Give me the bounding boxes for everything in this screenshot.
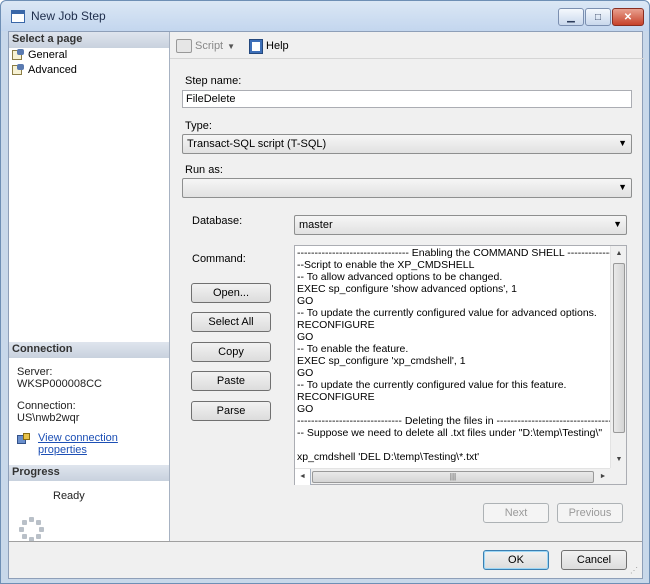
command-line: -- To enable the feature.	[297, 343, 409, 355]
page-item-label: General	[28, 48, 68, 61]
page-item-advanced[interactable]: Advanced	[12, 62, 77, 77]
page-item-general[interactable]: General	[12, 47, 67, 62]
minimize-icon: ▁	[567, 11, 575, 23]
help-icon	[249, 38, 264, 54]
view-connection-properties-link[interactable]: View connection properties	[38, 432, 169, 456]
window-title: New Job Step	[31, 9, 106, 23]
next-button[interactable]: Next	[483, 503, 549, 523]
command-line: -- To allow advanced options to be chang…	[297, 271, 503, 283]
command-line: EXEC sp_configure 'xp_cmdshell', 1	[297, 355, 466, 367]
run-as-label: Run as:	[185, 164, 223, 176]
command-line: RECONFIGURE	[297, 319, 375, 331]
step-name-label: Step name:	[185, 75, 242, 87]
select-all-button[interactable]: Select All	[191, 312, 271, 332]
command-line: -- To update the currently configured va…	[297, 379, 567, 391]
vertical-scroll-thumb[interactable]	[613, 263, 625, 433]
resize-grip-icon[interactable]: ⋰	[630, 566, 640, 576]
script-label: Script	[195, 40, 224, 52]
command-line: -------------------------------- Enablin…	[297, 247, 610, 259]
connection-properties-icon	[17, 433, 31, 445]
close-button[interactable]: ✕	[612, 8, 644, 26]
previous-button[interactable]: Previous	[557, 503, 623, 523]
horizontal-scrollbar[interactable]: ◄ ||| ►	[295, 468, 611, 485]
command-label: Command:	[192, 253, 246, 265]
command-line: EXEC sp_configure 'show advanced options…	[297, 283, 517, 295]
command-line: GO	[297, 331, 314, 343]
type-select[interactable]: Transact-SQL script (T-SQL) ▼	[182, 134, 632, 154]
vertical-scrollbar[interactable]: ▲ ▼	[610, 246, 626, 468]
run-as-select[interactable]: ▼	[182, 178, 632, 198]
script-button[interactable]: Script ▼	[176, 39, 241, 53]
script-icon	[176, 39, 192, 53]
database-select[interactable]: master ▼	[294, 215, 627, 235]
toolbar: Script ▼ Help	[176, 35, 297, 57]
chevron-down-icon: ▼	[227, 41, 236, 51]
chevron-down-icon: ▼	[618, 182, 627, 192]
scroll-right-icon[interactable]: ►	[595, 469, 611, 485]
scroll-down-icon[interactable]: ▼	[611, 452, 627, 468]
command-textarea[interactable]: -------------------------------- Enablin…	[294, 245, 627, 485]
command-line: -- Suppose we need to delete all .txt fi…	[297, 427, 603, 439]
command-line	[297, 439, 610, 451]
database-label: Database:	[192, 215, 243, 227]
page-item-label: Advanced	[28, 63, 77, 76]
page-properties-icon	[12, 63, 25, 76]
progress-header: Progress	[9, 465, 169, 481]
command-line: GO	[297, 403, 314, 415]
connection-header: Connection	[9, 342, 169, 358]
command-line: GO	[297, 295, 314, 307]
scroll-left-icon[interactable]: ◄	[295, 469, 311, 485]
close-icon: ✕	[623, 11, 633, 23]
page-properties-icon	[12, 48, 25, 61]
dialog-client: Select a page General Advanced Connectio…	[8, 31, 644, 579]
type-select-value: Transact-SQL script (T-SQL)	[187, 138, 327, 150]
command-line: ------------------------------ Deleting …	[297, 415, 610, 427]
command-line: RECONFIGURE	[297, 391, 375, 403]
cancel-button[interactable]: Cancel	[561, 550, 627, 570]
scroll-up-icon[interactable]: ▲	[611, 246, 627, 262]
maximize-icon: □	[594, 11, 602, 23]
minimize-button[interactable]: ▁	[558, 8, 584, 26]
paste-button[interactable]: Paste	[191, 371, 271, 391]
command-line: GO	[297, 367, 314, 379]
scrollbar-corner	[610, 468, 626, 484]
command-text[interactable]: -------------------------------- Enablin…	[296, 247, 610, 468]
open-button[interactable]: Open...	[191, 283, 271, 303]
select-page-header: Select a page	[9, 32, 169, 48]
step-name-input[interactable]: FileDelete	[182, 90, 632, 108]
copy-button[interactable]: Copy	[191, 342, 271, 362]
ok-button[interactable]: OK	[483, 550, 549, 570]
command-line: -- To update the currently configured va…	[297, 307, 597, 319]
dialog-window: New Job Step ▁ □ ✕ Select a page General…	[0, 0, 650, 584]
progress-status: Ready	[53, 490, 85, 502]
database-select-value: master	[299, 219, 333, 231]
command-line: --Script to enable the XP_CMDSHELL	[297, 259, 475, 271]
help-label: Help	[266, 40, 289, 52]
connection-value: US\nwb2wqr	[17, 412, 80, 424]
chevron-down-icon: ▼	[618, 138, 627, 148]
toolbar-divider	[170, 58, 644, 59]
maximize-button[interactable]: □	[585, 8, 611, 26]
window-app-icon	[11, 10, 25, 23]
connection-label: Connection:	[17, 400, 76, 412]
title-bar[interactable]: New Job Step ▁ □ ✕	[1, 1, 649, 31]
type-label: Type:	[185, 120, 212, 132]
chevron-down-icon: ▼	[613, 219, 622, 229]
progress-spinner-icon	[19, 517, 45, 543]
server-value: WKSP000008CC	[17, 378, 102, 390]
server-label: Server:	[17, 366, 53, 378]
help-button[interactable]: Help	[249, 38, 289, 54]
left-pane: Select a page General Advanced Connectio…	[9, 32, 170, 543]
parse-button[interactable]: Parse	[191, 401, 271, 421]
command-line: xp_cmdshell 'DEL D:\temp\Testing\*.txt'	[297, 451, 480, 463]
horizontal-scroll-thumb[interactable]: |||	[312, 471, 594, 483]
footer-divider	[9, 541, 642, 542]
